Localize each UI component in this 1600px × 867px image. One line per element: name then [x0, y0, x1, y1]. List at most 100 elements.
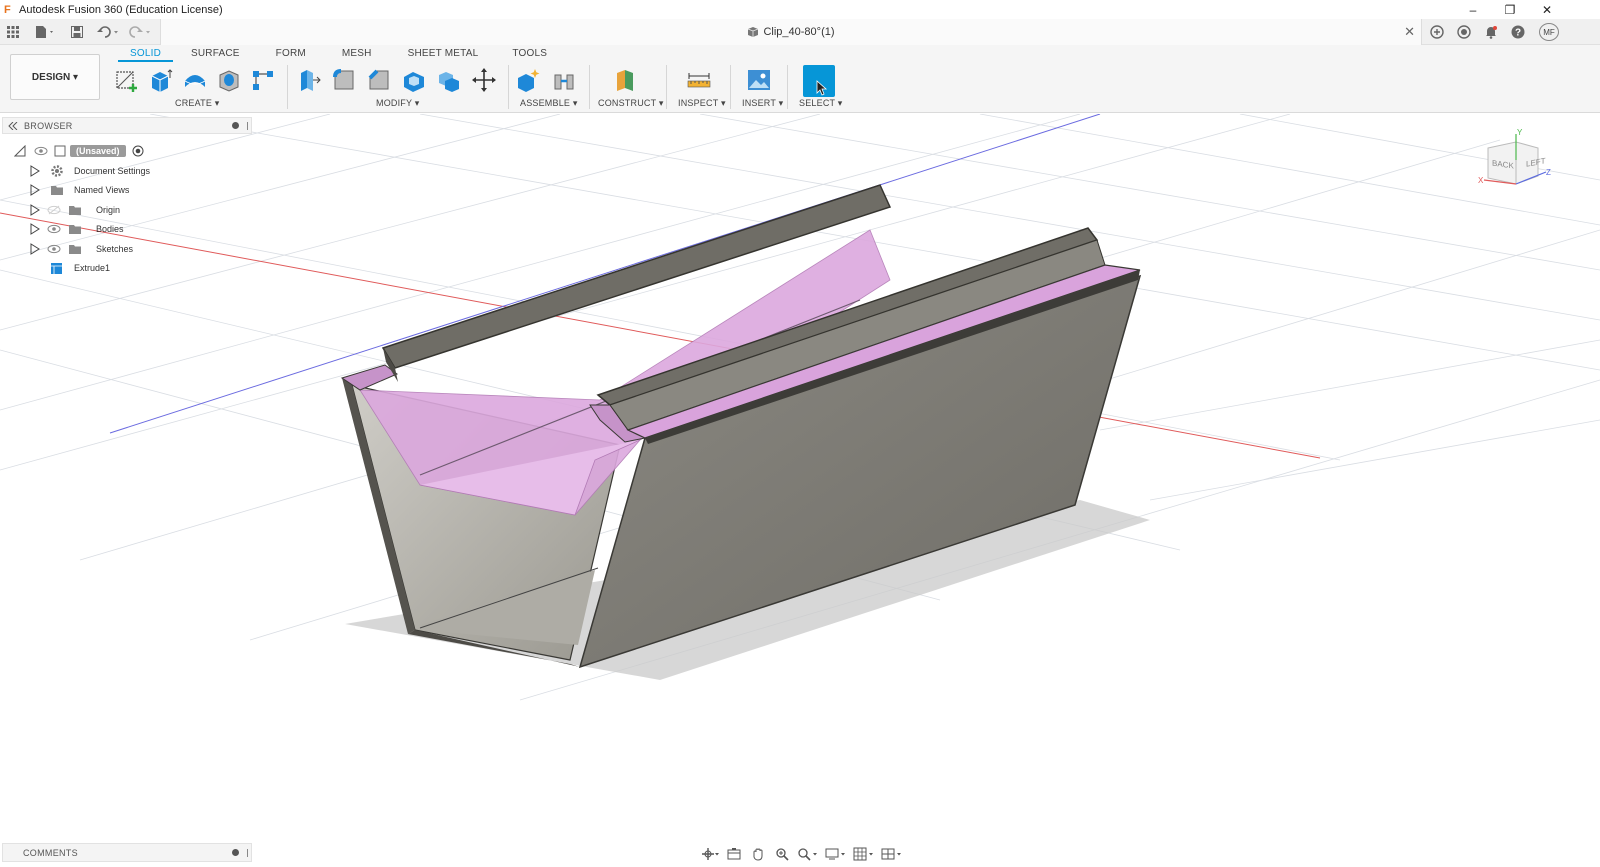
- browser-item-label: Document Settings: [74, 166, 151, 176]
- browser-item-named-views[interactable]: Named Views: [30, 180, 129, 200]
- undo-icon[interactable]: [95, 23, 123, 41]
- model-canvas[interactable]: [0, 114, 1600, 833]
- construct-group-label[interactable]: CONSTRUCT ▾: [598, 98, 664, 109]
- panel-resize-handle[interactable]: [247, 121, 248, 130]
- tab-tools[interactable]: TOOLS: [492, 48, 561, 62]
- ribbon-separator: [730, 65, 731, 109]
- orbit-icon[interactable]: [700, 846, 720, 862]
- save-icon[interactable]: [68, 23, 86, 41]
- job-status-icon[interactable]: [1455, 23, 1473, 41]
- create-sketch-icon[interactable]: [113, 66, 141, 94]
- insert-group-label[interactable]: INSERT ▾: [742, 98, 783, 109]
- browser-item-bodies[interactable]: Bodies: [30, 219, 124, 239]
- file-menu-icon[interactable]: [32, 23, 58, 41]
- browser-item-sketches[interactable]: Sketches: [30, 239, 133, 259]
- display-settings-icon[interactable]: [824, 846, 848, 862]
- user-initials: MF: [1539, 23, 1559, 41]
- expand-arrow-icon[interactable]: [30, 165, 40, 177]
- panel-resize-handle[interactable]: [247, 848, 248, 857]
- help-icon[interactable]: ?: [1509, 23, 1527, 41]
- extrude-icon[interactable]: [147, 66, 175, 94]
- restore-button[interactable]: ❐: [1493, 0, 1527, 19]
- new-component-icon[interactable]: [514, 66, 542, 94]
- visibility-eye-icon[interactable]: [47, 224, 61, 234]
- close-window-button[interactable]: ✕: [1530, 0, 1564, 19]
- hidden-eye-icon[interactable]: [47, 205, 61, 215]
- notifications-icon[interactable]: [1482, 23, 1500, 41]
- press-pull-icon[interactable]: [295, 66, 323, 94]
- browser-panel-header[interactable]: BROWSER: [2, 117, 252, 134]
- offset-plane-icon[interactable]: [612, 66, 640, 94]
- ribbon-separator: [508, 65, 509, 109]
- fillet-icon[interactable]: [330, 66, 358, 94]
- close-document-button[interactable]: ✕: [1404, 24, 1415, 40]
- viewcube-y-label: Y: [1517, 128, 1523, 137]
- tab-mesh[interactable]: MESH: [320, 48, 386, 62]
- pan-hand-icon[interactable]: [748, 846, 768, 862]
- tab-surface[interactable]: SURFACE: [173, 48, 254, 62]
- tab-sheet-metal[interactable]: SHEET METAL: [386, 48, 493, 62]
- viewports-icon[interactable]: [880, 846, 904, 862]
- expand-arrow-icon[interactable]: [30, 243, 40, 255]
- workspace-switcher-button[interactable]: DESIGN ▾: [10, 54, 100, 100]
- activate-component-icon[interactable]: [132, 145, 144, 157]
- collapse-panel-icon[interactable]: [8, 121, 18, 130]
- select-group-label[interactable]: SELECT ▾: [799, 98, 842, 109]
- fit-zoom-icon[interactable]: [796, 846, 820, 862]
- window-titlebar: F Autodesk Fusion 360 (Education License…: [0, 0, 1600, 19]
- redo-icon[interactable]: [127, 23, 155, 41]
- browser-pin-icon[interactable]: [232, 122, 239, 129]
- tab-form[interactable]: FORM: [254, 48, 320, 62]
- comments-panel-header[interactable]: COMMENTS: [2, 843, 252, 862]
- hole-icon[interactable]: [215, 66, 243, 94]
- tab-solid[interactable]: SOLID: [118, 48, 174, 62]
- modify-group-label[interactable]: MODIFY ▾: [376, 98, 419, 109]
- visibility-eye-icon[interactable]: [34, 146, 48, 156]
- measure-icon[interactable]: [685, 66, 713, 94]
- look-at-icon[interactable]: [724, 846, 744, 862]
- canvas-viewport[interactable]: BACK LEFT X Y Z: [0, 114, 1600, 833]
- shell-icon[interactable]: [400, 66, 428, 94]
- revolve-icon[interactable]: [181, 66, 209, 94]
- add-comment-icon[interactable]: [232, 849, 239, 856]
- root-component-name[interactable]: (Unsaved): [70, 145, 126, 157]
- inspect-group-label[interactable]: INSPECT ▾: [678, 98, 726, 109]
- browser-root-row[interactable]: (Unsaved): [14, 141, 144, 161]
- insert-image-icon[interactable]: [745, 66, 773, 94]
- ribbon-separator: [589, 65, 590, 109]
- joint-icon[interactable]: [550, 66, 578, 94]
- ribbon-tabs: SOLID SURFACE FORM MESH SHEET METAL TOOL…: [118, 48, 561, 62]
- fusion-app-icon: F: [4, 3, 11, 16]
- browser-item-label: Named Views: [74, 185, 130, 195]
- minimize-button[interactable]: –: [1456, 0, 1490, 19]
- viewcube[interactable]: BACK LEFT X Y Z: [1470, 128, 1560, 200]
- expand-arrow-icon[interactable]: [30, 184, 40, 196]
- extensions-icon[interactable]: [1428, 23, 1446, 41]
- expand-root-icon[interactable]: [14, 145, 26, 157]
- folder-icon: [51, 186, 63, 195]
- rectangular-pattern-icon[interactable]: [249, 66, 277, 94]
- combine-icon[interactable]: [435, 66, 463, 94]
- expand-arrow-icon[interactable]: [30, 223, 40, 235]
- document-tab[interactable]: Clip_40-80°(1) ✕: [160, 19, 1422, 45]
- chamfer-icon[interactable]: [365, 66, 393, 94]
- browser-item-document-settings[interactable]: Document Settings: [30, 161, 150, 181]
- assemble-group-label[interactable]: ASSEMBLE ▾: [520, 98, 578, 109]
- ribbon-separator: [787, 65, 788, 109]
- expand-arrow-icon[interactable]: [30, 204, 40, 216]
- select-tool-icon[interactable]: [803, 65, 835, 97]
- timeline-feature-icon: [51, 262, 62, 274]
- browser-item-origin[interactable]: Origin: [30, 200, 120, 220]
- user-avatar[interactable]: MF: [1538, 23, 1560, 41]
- move-copy-icon[interactable]: [470, 66, 498, 94]
- viewcube-z-label: Z: [1546, 168, 1551, 177]
- browser-item-extrude1[interactable]: Extrude1: [50, 258, 110, 278]
- browser-item-label: Sketches: [96, 244, 134, 254]
- app-grid-icon[interactable]: [5, 23, 21, 41]
- ribbon-separator: [287, 65, 288, 109]
- zoom-icon[interactable]: [772, 846, 792, 862]
- svg-text:?: ?: [1515, 28, 1521, 39]
- grid-settings-icon[interactable]: [852, 846, 876, 862]
- create-group-label[interactable]: CREATE ▾: [175, 98, 219, 109]
- visibility-eye-icon[interactable]: [47, 244, 61, 254]
